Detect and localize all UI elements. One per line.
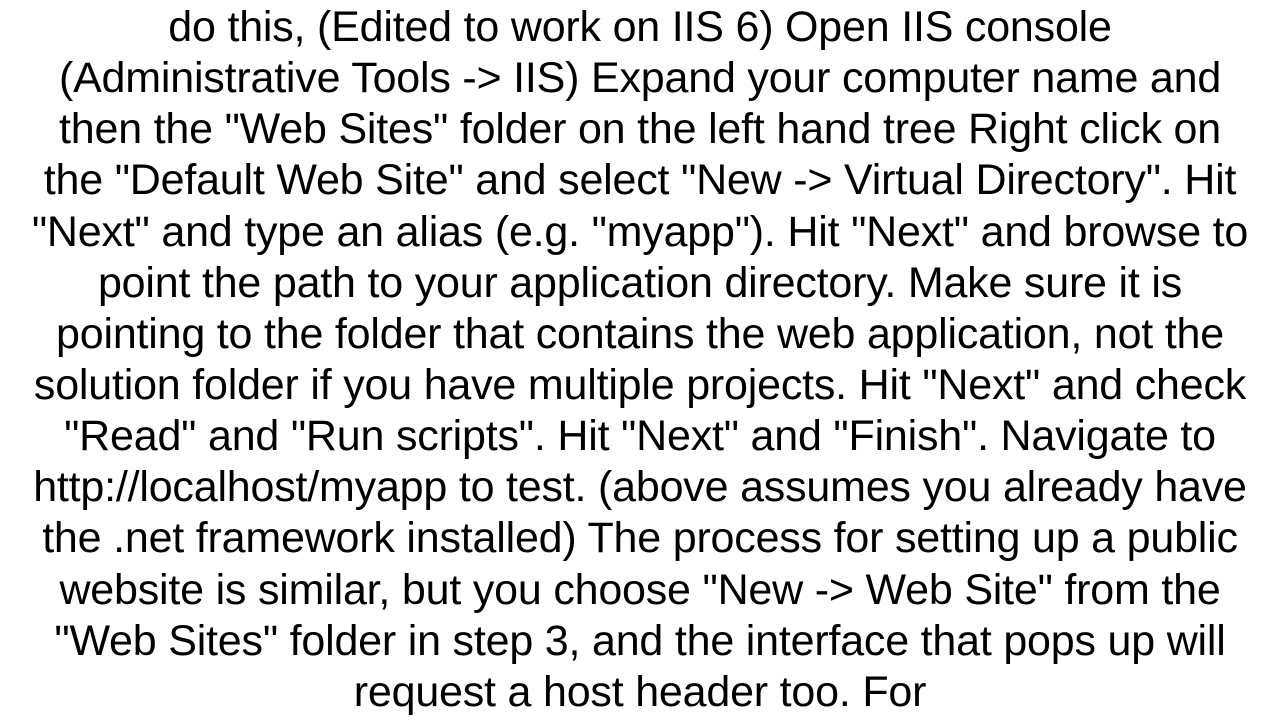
document-body: do this, (Edited to work on IIS 6) Open …	[25, 2, 1255, 718]
body-text: do this, (Edited to work on IIS 6) Open …	[32, 3, 1248, 716]
